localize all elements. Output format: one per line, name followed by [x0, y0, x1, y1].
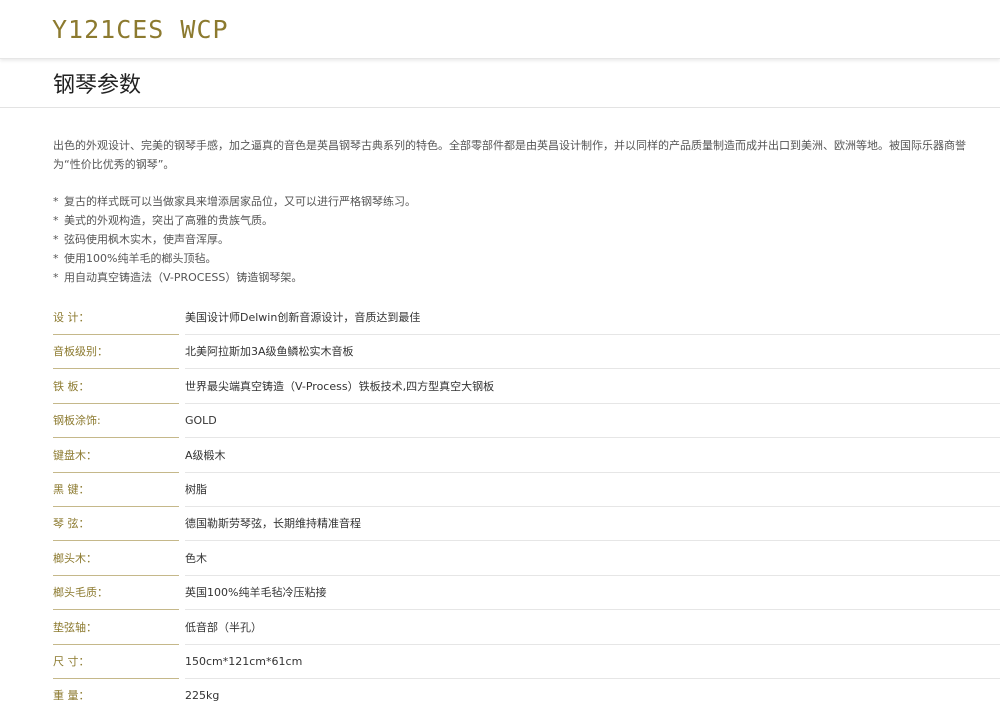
- spec-row-hammer-felt: 榔头毛质： 英国100%纯羊毛毡冷压粘接: [53, 576, 1000, 611]
- feature-text: 使用100%纯羊毛的榔头顶毡。: [64, 252, 217, 265]
- spec-value: 德国勒斯劳琴弦，长期维持精准音程: [185, 507, 1000, 542]
- spec-value: 美国设计师Delwin创新音源设计，音质达到最佳: [185, 301, 1000, 335]
- feature-marker: *: [53, 214, 59, 227]
- spec-row-hammer-wood: 榔头木： 色木: [53, 542, 1000, 576]
- feature-item: * 弦码使用枫木实木，使声音浑厚。: [53, 230, 953, 249]
- feature-text: 弦码使用枫木实木，使声音浑厚。: [64, 233, 229, 246]
- spec-row-bass-bridge: 垫弦轴： 低音部（半孔）: [53, 611, 1000, 645]
- feature-text: 用自动真空铸造法（V-PROCESS）铸造钢琴架。: [64, 271, 303, 284]
- spec-label: 黑 键：: [53, 473, 179, 507]
- spec-label: 榔头木：: [53, 542, 179, 576]
- feature-list: * 复古的样式既可以当做家具来增添居家品位，又可以进行严格钢琴练习。 * 美式的外观…: [53, 192, 953, 287]
- spec-row-dimensions: 尺 寸： 150cm*121cm*61cm: [53, 645, 1000, 679]
- feature-marker: *: [53, 195, 59, 208]
- spec-value: 色木: [185, 542, 1000, 576]
- spec-value: 225kg: [185, 689, 220, 703]
- spec-row-weight: 重 量： 225kg: [53, 679, 1000, 713]
- spec-table: 设 计： 美国设计师Delwin创新音源设计，音质达到最佳 音板级别： 北美阿拉…: [53, 301, 1000, 714]
- section-header: 钢琴参数: [0, 59, 1000, 108]
- spec-label: 设 计：: [53, 301, 179, 335]
- spec-row-plate-finish: 钢板涂饰: GOLD: [53, 404, 1000, 439]
- feature-item: * 复古的样式既可以当做家具来增添居家品位，又可以进行严格钢琴练习。: [53, 192, 953, 211]
- spec-label: 榔头毛质：: [53, 576, 179, 611]
- spec-row-soundboard: 音板级别： 北美阿拉斯加3A级鱼鳞松实木音板: [53, 335, 1000, 370]
- spec-label: 琴 弦：: [53, 507, 179, 542]
- spec-label: 音板级别：: [53, 335, 179, 370]
- spec-value: A级椴木: [185, 439, 1000, 473]
- model-title: Y121CES WCP: [52, 15, 229, 44]
- feature-marker: *: [53, 252, 59, 265]
- spec-label: 尺 寸：: [53, 645, 179, 679]
- spec-label: 铁 板：: [53, 370, 179, 404]
- spec-value: 低音部（半孔）: [185, 611, 1000, 645]
- feature-item: * 美式的外观构造，突出了高雅的贵族气质。: [53, 211, 953, 230]
- spec-label: 重 量：: [53, 689, 90, 703]
- feature-item: * 使用100%纯羊毛的榔头顶毡。: [53, 249, 953, 268]
- top-bar: Y121CES WCP: [0, 0, 1000, 59]
- spec-label: 键盘木：: [53, 439, 179, 473]
- section-title: 钢琴参数: [53, 73, 142, 98]
- spec-value: 英国100%纯羊毛毡冷压粘接: [185, 576, 1000, 611]
- intro-paragraph: 出色的外观设计、完美的钢琴手感，加之逼真的音色是英昌钢琴古典系列的特色。全部零部…: [53, 139, 966, 171]
- feature-marker: *: [53, 271, 59, 284]
- spec-row-design: 设 计： 美国设计师Delwin创新音源设计，音质达到最佳: [53, 301, 1000, 335]
- spec-label: 垫弦轴：: [53, 611, 179, 645]
- spec-value: 树脂: [185, 473, 1000, 507]
- spec-row-key-wood: 键盘木： A级椴木: [53, 439, 1000, 473]
- spec-value: 北美阿拉斯加3A级鱼鳞松实木音板: [185, 335, 1000, 370]
- spec-value: 150cm*121cm*61cm: [185, 645, 1000, 679]
- spec-row-strings: 琴 弦： 德国勒斯劳琴弦，长期维持精准音程: [53, 507, 1000, 542]
- spec-value: GOLD: [185, 404, 1000, 439]
- feature-item: * 用自动真空铸造法（V-PROCESS）铸造钢琴架。: [53, 268, 953, 287]
- feature-marker: *: [53, 233, 59, 246]
- feature-text: 复古的样式既可以当做家具来增添居家品位，又可以进行严格钢琴练习。: [64, 195, 416, 208]
- spec-row-iron-plate: 铁 板： 世界最尖端真空铸造（V-Process）铁板技术,四方型真空大钢板: [53, 370, 1000, 404]
- spec-row-black-keys: 黑 键： 树脂: [53, 473, 1000, 507]
- spec-label: 钢板涂饰:: [53, 404, 179, 439]
- spec-value: 世界最尖端真空铸造（V-Process）铁板技术,四方型真空大钢板: [185, 370, 1000, 404]
- feature-text: 美式的外观构造，突出了高雅的贵族气质。: [64, 214, 273, 227]
